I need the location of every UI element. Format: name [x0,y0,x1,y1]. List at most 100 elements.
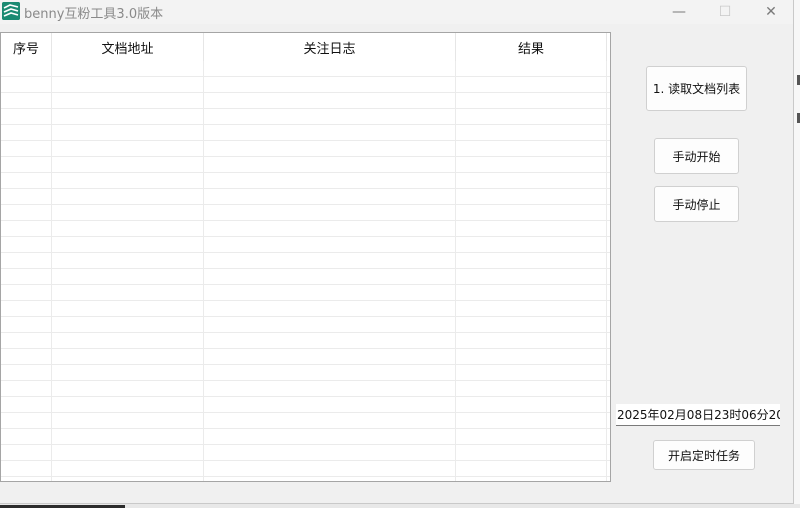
table-row[interactable] [1,221,610,237]
table-cell[interactable] [52,349,204,365]
table-cell[interactable] [1,77,52,93]
table-row[interactable] [1,141,610,157]
table-cell[interactable] [52,109,204,125]
table-row[interactable] [1,205,610,221]
table-cell[interactable] [204,237,456,253]
table-row[interactable] [1,413,610,429]
table-cell[interactable] [52,285,204,301]
table-row[interactable] [1,397,610,413]
table-cell[interactable] [1,461,52,477]
table-cell[interactable] [52,317,204,333]
title-bar[interactable]: benny互粉工具3.0版本 — ☐ ✕ [0,0,793,24]
table-cell[interactable] [204,253,456,269]
table-cell[interactable] [1,61,52,77]
table-cell[interactable] [456,221,607,237]
table-cell[interactable] [204,413,456,429]
table-cell[interactable] [52,205,204,221]
table-cell[interactable] [1,365,52,381]
table-row[interactable] [1,477,610,481]
table-cell[interactable] [52,221,204,237]
close-button[interactable]: ✕ [748,0,794,24]
table-cell[interactable] [456,77,607,93]
table-row[interactable] [1,157,610,173]
table-cell[interactable] [456,189,607,205]
table-cell[interactable] [204,141,456,157]
table-cell[interactable] [52,237,204,253]
table-cell[interactable] [456,141,607,157]
column-header-result[interactable]: 结果 [456,33,607,61]
table-cell[interactable] [1,141,52,157]
table-cell[interactable] [456,381,607,397]
table-cell[interactable] [204,109,456,125]
table-cell[interactable] [204,333,456,349]
table-cell[interactable] [1,93,52,109]
table-cell[interactable] [52,413,204,429]
table-cell[interactable] [1,445,52,461]
table-row[interactable] [1,77,610,93]
table-cell[interactable] [204,349,456,365]
table-cell[interactable] [204,189,456,205]
datetime-field[interactable]: 2025年02月08日23时06分20秒 [616,404,780,426]
table-cell[interactable] [204,365,456,381]
table-cell[interactable] [52,381,204,397]
table-cell[interactable] [204,301,456,317]
table-row[interactable] [1,461,610,477]
table-cell[interactable] [1,301,52,317]
table-cell[interactable] [204,381,456,397]
table-cell[interactable] [1,349,52,365]
table-cell[interactable] [52,125,204,141]
table-row[interactable] [1,269,610,285]
table-row[interactable] [1,189,610,205]
table-cell[interactable] [456,461,607,477]
table-cell[interactable] [456,269,607,285]
table-cell[interactable] [456,413,607,429]
table-cell[interactable] [1,269,52,285]
table-cell[interactable] [204,461,456,477]
table-cell[interactable] [204,317,456,333]
table-cell[interactable] [52,301,204,317]
table-cell[interactable] [456,429,607,445]
table-row[interactable] [1,173,610,189]
table-cell[interactable] [456,253,607,269]
table-cell[interactable] [1,125,52,141]
table-row[interactable] [1,253,610,269]
table-cell[interactable] [456,109,607,125]
table-cell[interactable] [52,397,204,413]
table-cell[interactable] [52,333,204,349]
table-cell[interactable] [456,477,607,481]
table-cell[interactable] [204,77,456,93]
table-row[interactable] [1,237,610,253]
table-cell[interactable] [1,157,52,173]
table-row[interactable] [1,301,610,317]
column-header-doc-url[interactable]: 文档地址 [52,33,204,61]
table-cell[interactable] [204,397,456,413]
table-cell[interactable] [52,173,204,189]
table-cell[interactable] [204,269,456,285]
table-cell[interactable] [1,333,52,349]
table-cell[interactable] [456,205,607,221]
table-cell[interactable] [456,285,607,301]
table-cell[interactable] [52,61,204,77]
table-cell[interactable] [204,285,456,301]
table-cell[interactable] [52,429,204,445]
table-row[interactable] [1,61,610,77]
table-row[interactable] [1,429,610,445]
table-cell[interactable] [456,125,607,141]
start-timer-task-button[interactable]: 开启定时任务 [653,440,755,470]
read-doc-list-button[interactable]: 1. 读取文档列表 [646,66,747,111]
table-cell[interactable] [204,157,456,173]
table-cell[interactable] [456,317,607,333]
table-cell[interactable] [204,445,456,461]
table-cell[interactable] [204,429,456,445]
table-cell[interactable] [52,445,204,461]
table-row[interactable] [1,93,610,109]
table-cell[interactable] [1,253,52,269]
table-cell[interactable] [1,173,52,189]
table-cell[interactable] [1,285,52,301]
table-cell[interactable] [52,141,204,157]
table-row[interactable] [1,333,610,349]
table-cell[interactable] [52,77,204,93]
table-cell[interactable] [1,109,52,125]
table-row[interactable] [1,445,610,461]
table-cell[interactable] [456,445,607,461]
